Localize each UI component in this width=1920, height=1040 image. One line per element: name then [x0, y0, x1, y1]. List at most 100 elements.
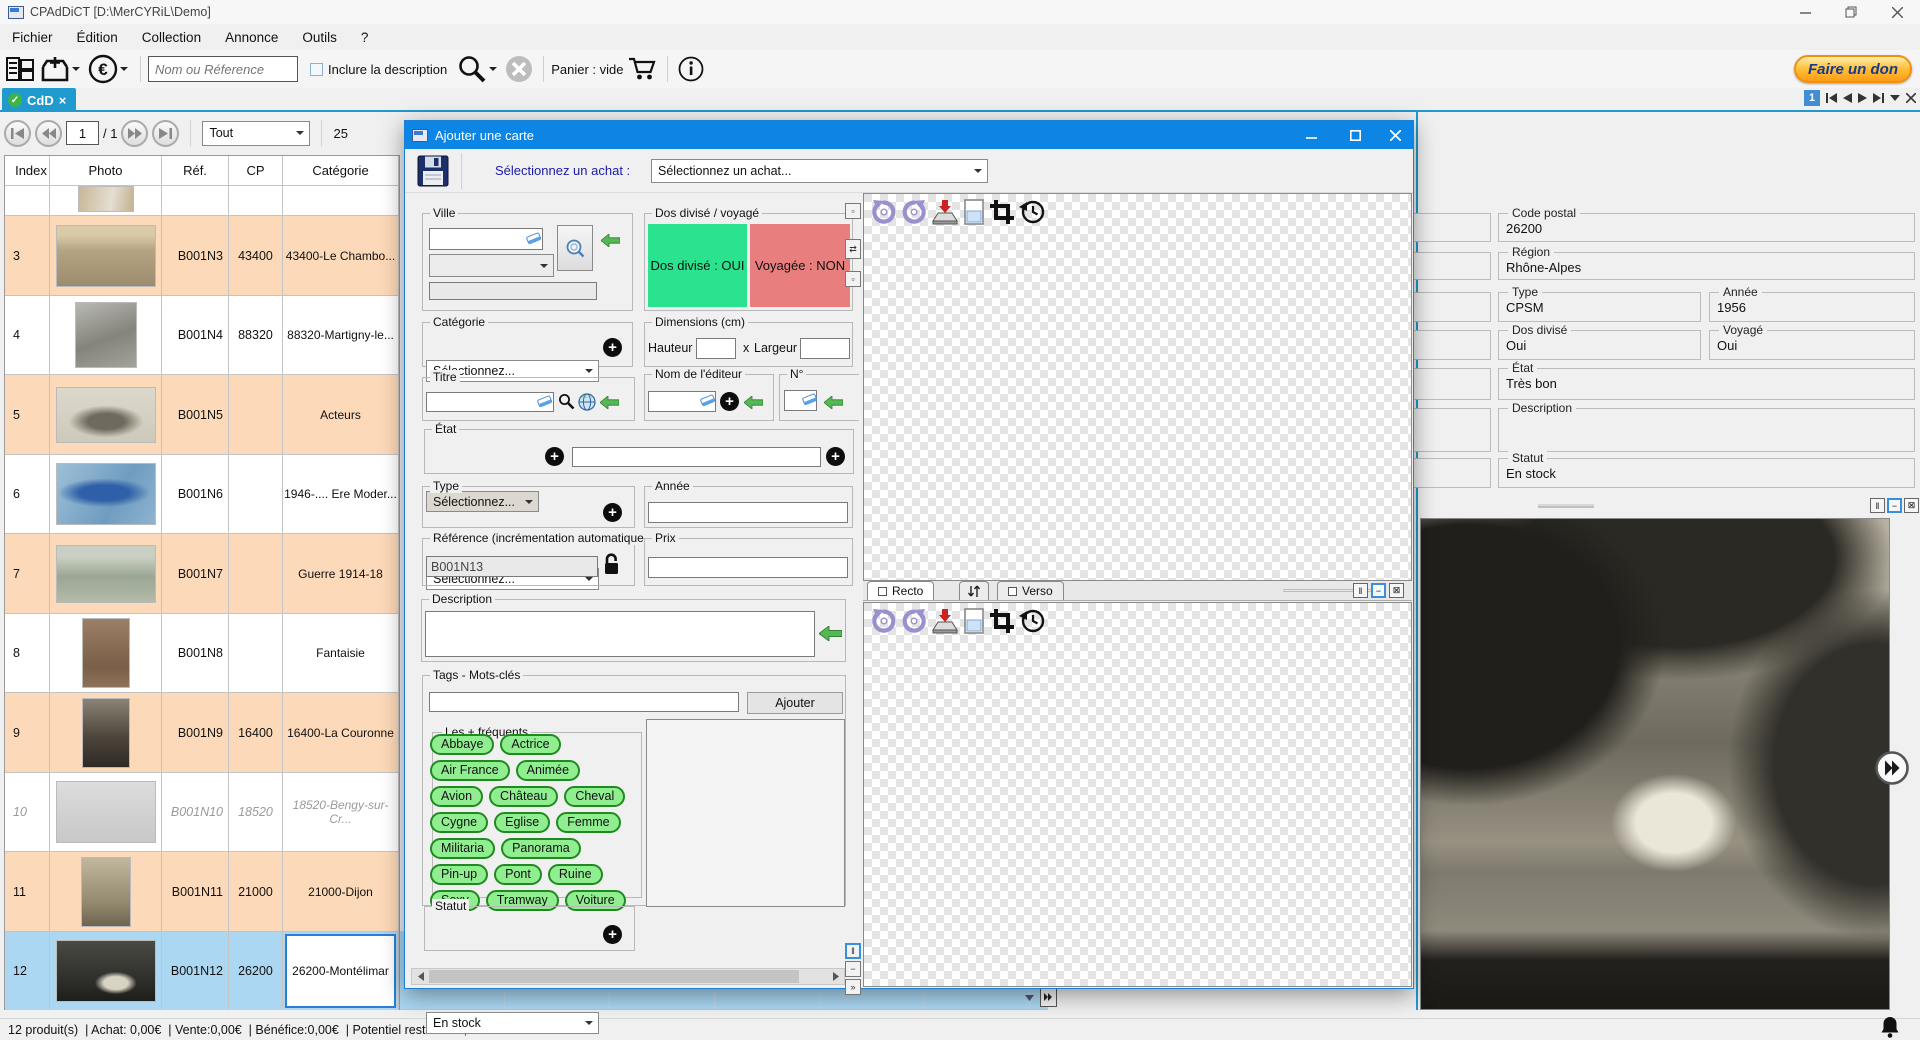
- save-icon[interactable]: [417, 155, 449, 187]
- table-row-partial[interactable]: [5, 186, 399, 216]
- row-expand-button[interactable]: [1040, 987, 1057, 1007]
- maximize-button[interactable]: [1828, 0, 1874, 24]
- hauteur-input[interactable]: [696, 338, 736, 359]
- tag-pill[interactable]: Air France: [430, 760, 510, 781]
- pane-expand-button[interactable]: ‖: [845, 943, 861, 959]
- scroll-right-icon[interactable]: [827, 969, 844, 984]
- euro-dropdown-caret[interactable]: [120, 67, 128, 75]
- tag-pill[interactable]: Animée: [516, 760, 580, 781]
- add-type-icon[interactable]: [603, 503, 622, 522]
- titre-fill-arrow-icon[interactable]: [600, 396, 619, 409]
- ville-fill-arrow-icon[interactable]: [601, 234, 620, 247]
- dos-divise-toggle[interactable]: Dos divisé : OUI: [648, 224, 747, 307]
- search-input[interactable]: [148, 56, 298, 82]
- last-tab-icon[interactable]: [1873, 93, 1884, 103]
- tab-close-icon[interactable]: ×: [59, 93, 67, 108]
- table-row[interactable]: 8 B001N8 Fantaisie: [5, 614, 399, 693]
- history-icon[interactable]: [1019, 199, 1045, 225]
- tab-cdd[interactable]: ✓ CdD ×: [2, 88, 76, 112]
- page-number-input[interactable]: 1: [66, 121, 99, 145]
- col-header-index[interactable]: Index: [5, 156, 50, 186]
- numero-fill-arrow-icon[interactable]: [824, 396, 843, 409]
- dialog-close-button[interactable]: [1375, 121, 1415, 149]
- info-icon[interactable]: [678, 56, 704, 82]
- collapse-top-button[interactable]: ▫: [845, 203, 861, 219]
- tab-recto[interactable]: Recto: [867, 581, 934, 600]
- rotate-left-icon[interactable]: [871, 199, 897, 225]
- image-pane-expand-button[interactable]: ‖: [1353, 583, 1368, 598]
- tag-pill[interactable]: Femme: [556, 812, 620, 833]
- image-pane-collapse-button[interactable]: −: [1371, 583, 1386, 598]
- panel-collapse-button[interactable]: −: [1887, 498, 1902, 513]
- eraser-icon[interactable]: [700, 393, 715, 407]
- description-textarea[interactable]: [425, 611, 815, 657]
- prix-input[interactable]: [648, 557, 848, 578]
- col-header-photo[interactable]: Photo: [50, 156, 162, 186]
- menu-fichier[interactable]: Fichier: [0, 26, 65, 49]
- add-card-icon[interactable]: [40, 55, 82, 83]
- scroll-left-icon[interactable]: [412, 969, 429, 984]
- table-row[interactable]: 6 B001N6 1946-.... Ere Moder...: [5, 455, 399, 534]
- tag-pill[interactable]: Cheval: [564, 786, 625, 807]
- table-row[interactable]: 11 B001N11 21000 21000-Dijon: [5, 852, 399, 932]
- minimize-button[interactable]: [1782, 0, 1828, 24]
- menu-outils[interactable]: Outils: [290, 26, 349, 49]
- ville-search-button[interactable]: [557, 225, 593, 271]
- table-row-selected[interactable]: 12 B001N12 26200 26200-Montélimar: [5, 932, 399, 1010]
- panel-expand-button[interactable]: ‖: [1870, 498, 1885, 513]
- table-row[interactable]: 9 B001N9 16400 16400-La Couronne: [5, 693, 399, 773]
- verso-checkbox[interactable]: [1008, 587, 1017, 596]
- collapse-bottom-button[interactable]: ▫: [845, 271, 861, 287]
- menu-annonce[interactable]: Annonce: [213, 26, 290, 49]
- notification-bell-icon[interactable]: [1878, 1016, 1902, 1038]
- form-horizontal-scrollbar[interactable]: [411, 968, 845, 985]
- menu-collection[interactable]: Collection: [130, 26, 213, 49]
- scope-select[interactable]: Tout: [202, 121, 310, 146]
- table-row[interactable]: 3 B001N3 43400 43400-Le Chambo...: [5, 216, 399, 296]
- panel-splitter-handle[interactable]: [1538, 504, 1594, 508]
- tag-pill[interactable]: Château: [489, 786, 558, 807]
- dialog-minimize-button[interactable]: [1291, 121, 1331, 149]
- paste-image-icon[interactable]: [963, 199, 985, 225]
- prev-page-button[interactable]: [35, 120, 62, 147]
- selected-tags-list[interactable]: [646, 719, 845, 907]
- col-header-cat[interactable]: Catégorie: [283, 156, 399, 186]
- add-etat-detail-icon[interactable]: [826, 447, 845, 466]
- pane-collapse-button[interactable]: −: [845, 961, 861, 977]
- voyage-toggle[interactable]: Voyagée : NON: [750, 224, 850, 307]
- crop-icon[interactable]: [989, 608, 1015, 634]
- titre-search-icon[interactable]: [558, 393, 575, 410]
- tag-pill[interactable]: Panorama: [501, 838, 581, 859]
- tag-pill[interactable]: Actrice: [500, 734, 560, 755]
- annee-input[interactable]: [648, 502, 848, 523]
- col-header-cp[interactable]: CP: [229, 156, 283, 186]
- panel-options-button[interactable]: ⊠: [1904, 498, 1919, 513]
- next-tab-icon[interactable]: [1858, 93, 1867, 103]
- scrollbar-thumb[interactable]: [429, 970, 799, 983]
- rotate-left-icon[interactable]: [871, 608, 897, 634]
- postcard-preview-photo[interactable]: [1420, 518, 1890, 1010]
- crop-icon[interactable]: [989, 199, 1015, 225]
- tag-pill[interactable]: Abbaye: [430, 734, 494, 755]
- next-page-button[interactable]: [121, 120, 148, 147]
- search-icon[interactable]: [457, 54, 499, 84]
- description-fill-arrow-icon[interactable]: [819, 626, 842, 641]
- add-statut-icon[interactable]: [603, 925, 622, 944]
- history-icon[interactable]: [1019, 608, 1045, 634]
- image-pane-options-button[interactable]: ⊠: [1389, 583, 1404, 598]
- tag-input[interactable]: [429, 692, 739, 712]
- tag-pill[interactable]: Avion: [430, 786, 483, 807]
- last-page-button[interactable]: [152, 120, 179, 147]
- eraser-icon[interactable]: [802, 392, 817, 406]
- menu-help[interactable]: ?: [349, 26, 381, 49]
- import-image-icon[interactable]: [931, 199, 959, 225]
- tag-pill[interactable]: Pont: [494, 864, 542, 885]
- recto-image-panel[interactable]: [863, 193, 1412, 581]
- table-row[interactable]: 7 B001N7 Guerre 1914-18: [5, 534, 399, 614]
- dialog-maximize-button[interactable]: [1335, 121, 1375, 149]
- ville-select[interactable]: [429, 254, 554, 277]
- add-categorie-icon[interactable]: [603, 338, 622, 357]
- next-card-button[interactable]: [1874, 750, 1910, 786]
- tag-pill[interactable]: Pin-up: [430, 864, 488, 885]
- tab-close-all-icon[interactable]: [1906, 93, 1916, 103]
